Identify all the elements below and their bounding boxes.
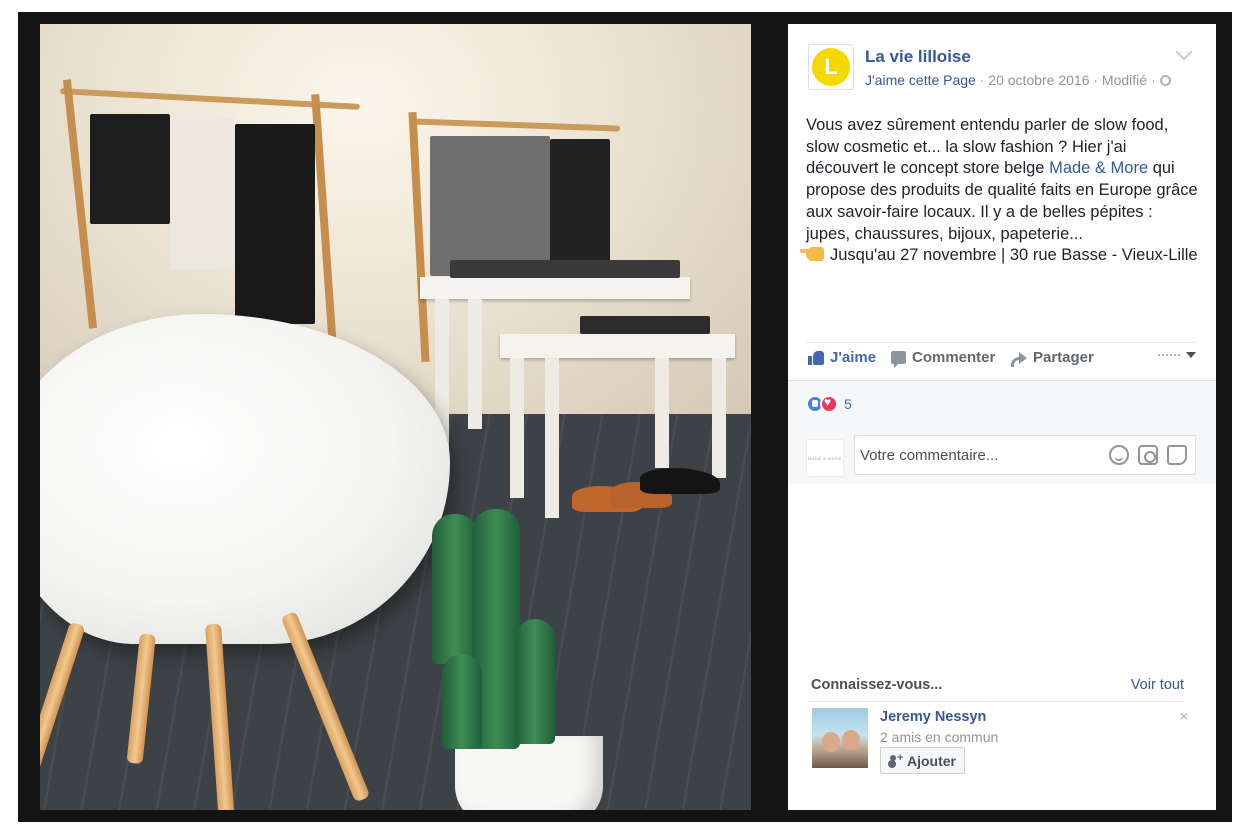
folded-clothes bbox=[450, 260, 680, 278]
sticker-icon[interactable] bbox=[1167, 445, 1187, 465]
add-friend-button[interactable]: Ajouter bbox=[880, 747, 965, 774]
divider bbox=[808, 701, 1184, 702]
page-name-link[interactable]: La vie lilloise bbox=[865, 47, 971, 67]
clothes-dark bbox=[90, 114, 170, 224]
post-date: · 20 octobre 2016 · Modifié · bbox=[975, 72, 1156, 88]
close-icon[interactable]: × bbox=[1180, 708, 1188, 724]
comment-placeholder: Votre commentaire... bbox=[860, 447, 999, 464]
page-avatar-logo: L bbox=[812, 48, 850, 86]
globe-icon bbox=[1159, 75, 1171, 86]
thumbs-up-icon bbox=[808, 350, 824, 365]
table-leg bbox=[712, 358, 726, 478]
suggested-friend-name[interactable]: Jeremy Nessyn bbox=[880, 709, 986, 725]
reactions-summary[interactable]: 5 bbox=[806, 395, 852, 413]
pointing-hand-icon bbox=[800, 247, 824, 262]
dots-icon bbox=[1158, 354, 1180, 356]
display-table bbox=[500, 334, 735, 358]
facebook-post: L La vie lilloise J'aime cette Page · 20… bbox=[788, 24, 1216, 810]
reaction-love-icon bbox=[820, 395, 838, 413]
clothes-light bbox=[170, 119, 235, 269]
divider bbox=[806, 342, 1196, 343]
reaction-options-selector[interactable] bbox=[1158, 352, 1196, 358]
comment-tools bbox=[1109, 445, 1187, 465]
table-leg bbox=[545, 358, 559, 518]
caret-down-icon bbox=[1186, 352, 1196, 358]
mutual-friends[interactable]: 2 amis en commun bbox=[880, 729, 998, 745]
chevron-down-icon[interactable] bbox=[1175, 43, 1193, 61]
face bbox=[822, 732, 840, 752]
like-page-link[interactable]: J'aime cette Page bbox=[865, 72, 976, 88]
cactus bbox=[442, 654, 482, 749]
store-interior-photo[interactable] bbox=[40, 24, 751, 810]
pymk-title: Connaissez-vous... bbox=[811, 677, 943, 693]
see-all-link[interactable]: Voir tout bbox=[1131, 677, 1184, 693]
comment-label: Commenter bbox=[912, 349, 996, 366]
folded-clothes bbox=[580, 316, 710, 334]
clothes-grey bbox=[430, 136, 550, 276]
like-label: J'aime bbox=[830, 349, 877, 366]
made-and-more-link[interactable]: Made & More bbox=[1049, 159, 1148, 177]
feedback-section: 5 MADE & MORE Votre commentaire... bbox=[788, 380, 1216, 484]
post-actions: J'aime Commenter Partager bbox=[806, 349, 1196, 371]
cactus bbox=[515, 619, 555, 744]
table-leg bbox=[468, 299, 482, 429]
suggested-friend-photo[interactable] bbox=[812, 708, 868, 768]
like-button[interactable]: J'aime bbox=[808, 349, 876, 366]
share-button[interactable]: Partager bbox=[1011, 349, 1094, 367]
share-label: Partager bbox=[1033, 349, 1094, 366]
comment-input[interactable]: Votre commentaire... bbox=[854, 435, 1196, 475]
post-meta: J'aime cette Page · 20 octobre 2016 · Mo… bbox=[865, 72, 1171, 88]
camera-icon[interactable] bbox=[1138, 445, 1158, 465]
add-friend-label: Ajouter bbox=[907, 752, 956, 769]
post-message: Vous avez sûrement entendu parler de slo… bbox=[800, 115, 1201, 267]
add-person-icon bbox=[889, 752, 903, 767]
comment-icon bbox=[891, 351, 906, 368]
clothes-dark bbox=[235, 124, 315, 324]
emoji-icon[interactable] bbox=[1109, 445, 1129, 465]
share-icon bbox=[1011, 351, 1027, 367]
display-table bbox=[420, 277, 690, 299]
face bbox=[842, 730, 860, 750]
table-leg bbox=[510, 358, 524, 498]
commenter-avatar: MADE & MORE bbox=[806, 439, 844, 477]
page-avatar[interactable]: L bbox=[808, 44, 854, 90]
table-leg bbox=[655, 358, 669, 468]
comment-button[interactable]: Commenter bbox=[891, 349, 996, 368]
reaction-count: 5 bbox=[844, 396, 852, 412]
post-text-part3: Jusqu'au 27 novembre | 30 rue Basse - Vi… bbox=[830, 246, 1198, 265]
